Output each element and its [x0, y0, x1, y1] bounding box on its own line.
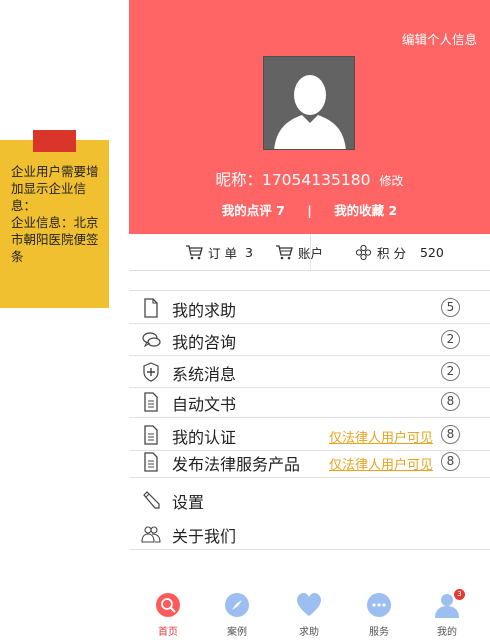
count-badge: 5: [441, 298, 460, 317]
count-badge: 8: [441, 392, 460, 411]
stats-row: 我的点评 7 | 我的收藏 2: [129, 200, 490, 219]
menu-label: 系统消息: [172, 365, 237, 384]
tab-label: 服务: [369, 627, 389, 638]
sticky-note-line: 企业用户需要增加显示企业信息：: [11, 164, 99, 213]
my-reviews-link[interactable]: 我的点评 7: [222, 203, 285, 218]
menu-label: 自动文书: [172, 395, 237, 414]
tab-label: 首页: [158, 627, 178, 638]
sticky-note-tab: [33, 130, 76, 152]
tab-help[interactable]: 求助: [279, 588, 339, 638]
menu-label: 我的求助: [172, 301, 237, 320]
menu-row-settings[interactable]: 设置: [129, 484, 490, 516]
document-icon: [144, 298, 158, 318]
tab-label: 求助: [299, 627, 319, 638]
avatar[interactable]: [263, 56, 355, 150]
count-badge: 8: [441, 425, 460, 444]
modify-nickname-link[interactable]: 修改: [380, 174, 404, 188]
count-badge: 2: [441, 362, 460, 381]
edit-profile-link[interactable]: 编辑个人信息: [402, 29, 477, 48]
nickname-row: 昵称：17054135180 修改: [129, 168, 490, 190]
chat-bubbles-icon: [142, 332, 161, 348]
my-favorites-link[interactable]: 我的收藏 2: [334, 203, 397, 218]
document-lines-icon: [144, 392, 158, 412]
nickname: 昵称：17054135180: [215, 171, 371, 189]
stats-separator: |: [307, 203, 312, 218]
menu-row-auto-documents[interactable]: 自动文书 8: [129, 386, 490, 418]
menu-row-my-consultations[interactable]: 我的咨询 2: [129, 324, 490, 356]
bar-divider: [310, 234, 311, 271]
tab-label: 我的: [437, 627, 457, 638]
compass-icon: [225, 593, 249, 617]
notification-badge: 3: [454, 589, 465, 600]
orders-count: 3: [244, 244, 253, 260]
shield-plus-icon: [143, 362, 159, 382]
tab-label: 案例: [227, 627, 247, 638]
sticky-note-line: 企业信息：北京市朝阳医院便签条: [11, 215, 99, 264]
tab-home[interactable]: 首页: [138, 588, 198, 638]
search-circle-icon: [156, 593, 180, 617]
people-icon: [141, 526, 161, 543]
count-badge: 2: [441, 330, 460, 349]
flower-icon: [355, 244, 372, 260]
list-divider: [129, 290, 490, 291]
heart-icon: [297, 593, 321, 616]
menu-row-my-help-requests[interactable]: 我的求助 5: [129, 292, 490, 324]
menu-row-about-us[interactable]: 关于我们: [129, 518, 490, 550]
cart-icon: [276, 245, 293, 260]
document-lines-icon: [144, 425, 158, 445]
tab-cases[interactable]: 案例: [207, 588, 267, 638]
tab-services[interactable]: 服务: [349, 588, 409, 638]
menu-label: 设置: [172, 493, 205, 512]
menu-row-publish-legal-services[interactable]: 发布法律服务产品 仅法律人用户可见 8: [129, 446, 490, 478]
pencil-icon: [143, 491, 160, 509]
profile-header: 编辑个人信息 昵称：17054135180 修改 我的点评 7 | 我的收藏 2: [129, 0, 490, 234]
visibility-note: 仅法律人用户可见: [328, 458, 433, 473]
tab-mine[interactable]: 3 我的: [417, 588, 477, 638]
bottom-tab-bar: 首页 案例 求助 服务 3 我的: [129, 588, 490, 640]
orders-label: 订 单: [208, 245, 237, 261]
points-value: 520: [419, 244, 444, 260]
count-badge: 8: [441, 452, 460, 471]
points-label: 积 分: [377, 245, 406, 261]
document-lines-icon: [144, 452, 158, 472]
menu-label: 关于我们: [172, 527, 237, 546]
menu-row-system-messages[interactable]: 系统消息 2: [129, 356, 490, 388]
orders-item[interactable]: 订 单 3: [185, 243, 253, 261]
account-bar: 订 单 3 账户 积 分 520: [129, 234, 490, 271]
cart-icon: [186, 245, 203, 260]
chat-dots-icon: [367, 593, 391, 617]
default-user-icon: [274, 75, 346, 149]
visibility-note: 仅法律人用户可见: [328, 431, 433, 446]
menu-label: 发布法律服务产品: [172, 455, 301, 474]
account-item[interactable]: 账户: [275, 243, 323, 261]
sticky-note-text: 企业用户需要增加显示企业信息： 企业信息：北京市朝阳医院便签条: [11, 163, 103, 265]
menu-label: 我的认证: [172, 428, 237, 447]
menu-label: 我的咨询: [172, 333, 237, 352]
points-item[interactable]: 积 分 520: [355, 243, 444, 261]
